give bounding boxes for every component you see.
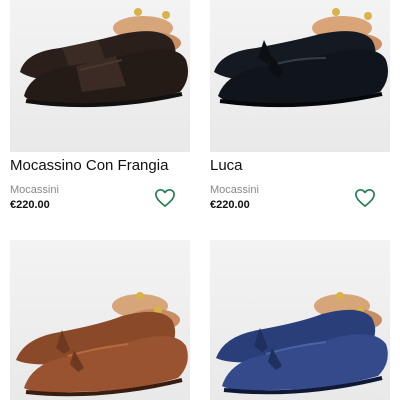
product-image[interactable]: [210, 240, 390, 400]
product-card[interactable]: [10, 240, 190, 400]
product-image[interactable]: [10, 240, 190, 400]
wishlist-button[interactable]: [354, 188, 376, 208]
product-card[interactable]: Luca Mocassini €220.00: [210, 0, 390, 211]
shoe-illustration: [214, 8, 388, 108]
wishlist-button[interactable]: [154, 188, 176, 208]
product-name[interactable]: Luca: [210, 157, 243, 174]
product-image[interactable]: [10, 0, 190, 152]
product-name[interactable]: Mocassino Con Frangia: [10, 157, 168, 174]
product-card[interactable]: Mocassino Con Frangia Mocassini €220.00: [10, 0, 190, 211]
heart-outline-icon: [155, 189, 175, 207]
product-grid: Mocassino Con Frangia Mocassini €220.00: [0, 0, 400, 400]
product-card[interactable]: [210, 240, 390, 400]
heart-outline-icon: [355, 189, 375, 207]
shoe-illustration: [20, 8, 188, 108]
product-price: €220.00: [10, 199, 50, 211]
shoe-illustration: [16, 292, 188, 397]
product-image[interactable]: [210, 0, 390, 152]
product-category: Mocassini: [210, 184, 259, 196]
shoe-illustration: [216, 292, 388, 395]
product-category: Mocassini: [10, 184, 59, 196]
product-price: €220.00: [210, 199, 250, 211]
